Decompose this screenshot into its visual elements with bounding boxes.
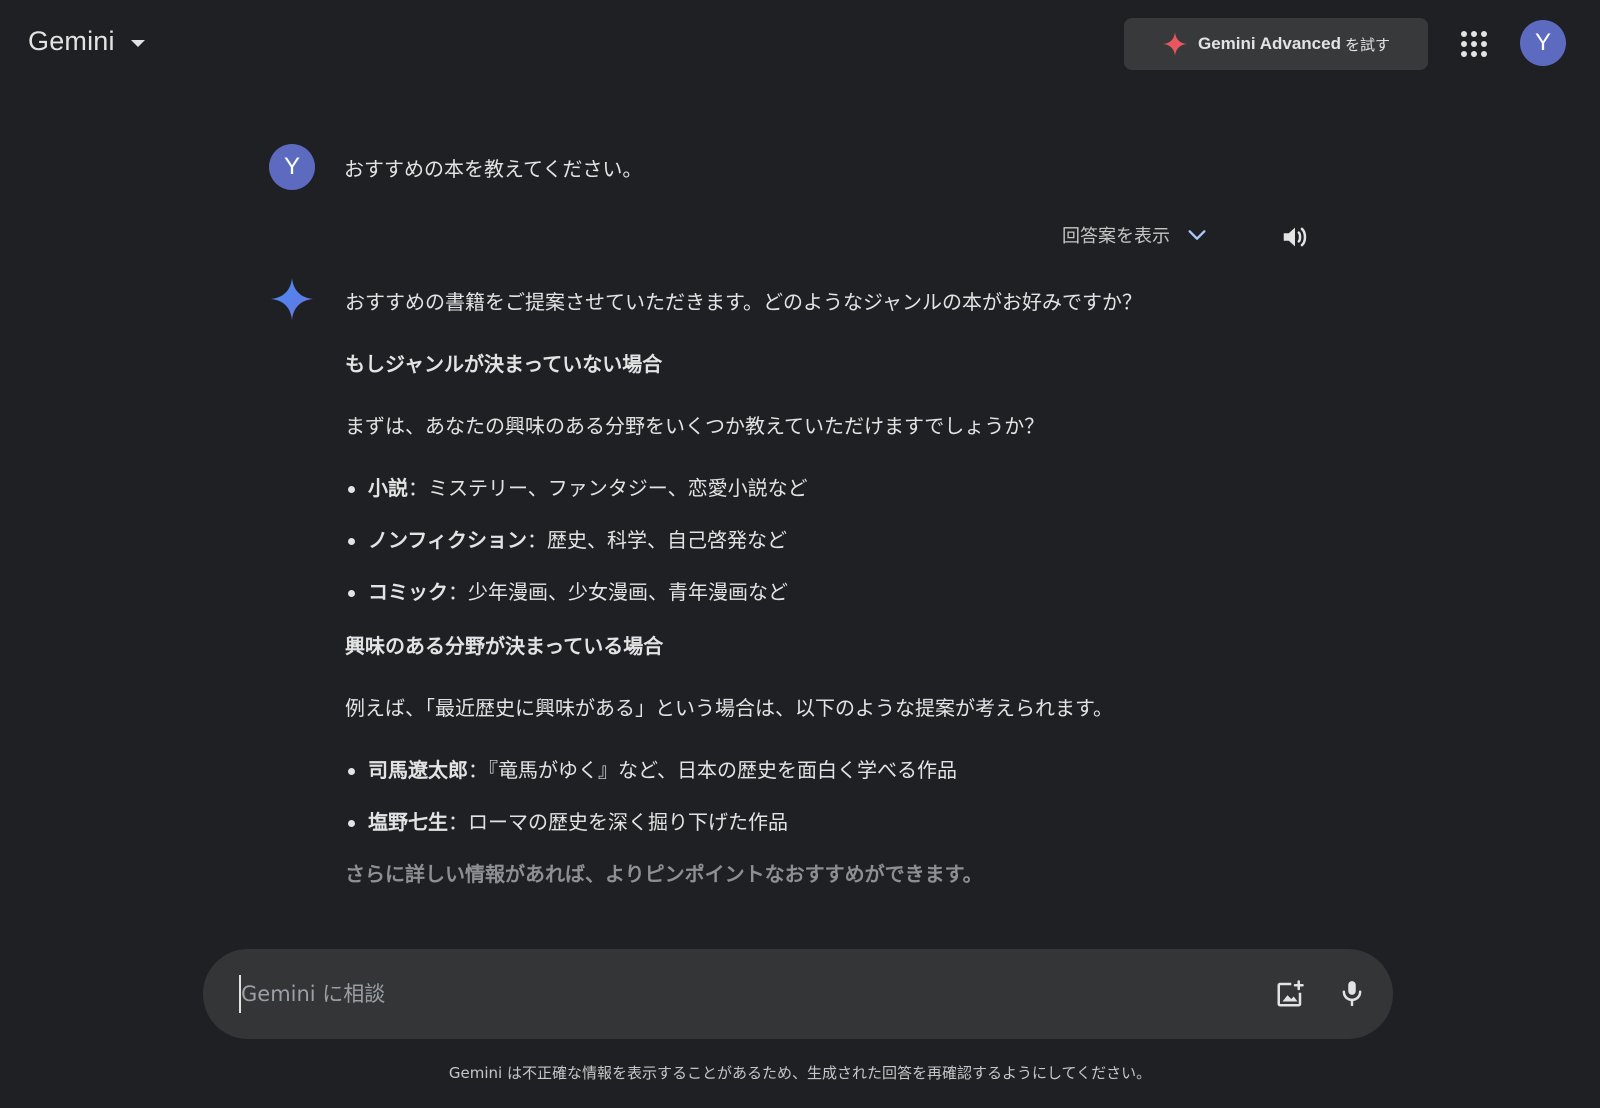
chevron-down-icon [1186,224,1208,246]
sparkle-icon [1162,31,1188,57]
user-message: Y おすすめの本を教えてください。 [269,144,642,190]
show-drafts-label: 回答案を表示 [1062,226,1170,247]
user-prompt-text: おすすめの本を教えてください。 [344,156,643,181]
prompt-bar [203,949,1393,1039]
author-list: 司馬遼太郎：『竜馬がゆく』など、日本の歴史を面白く学べる作品 塩野七生：ローマの… [345,750,1225,854]
top-bar: Gemini Gemini Advanced を試す Y [0,0,1600,88]
list-item-term: 司馬遼太郎 [368,758,468,782]
account-avatar[interactable]: Y [1520,20,1566,66]
list-item-desc: ：『竜馬がゆく』など、日本の歴史を面白く学べる作品 [468,758,957,782]
list-item: ノンフィクション：歴史、科学、自己啓発など [345,520,1225,572]
section-text: まずは、あなたの興味のある分野をいくつか教えていただけますでしょうか？ [345,414,1045,438]
advanced-button-brand: Gemini Advanced [1198,34,1341,53]
list-item-desc: ：少年漫画、少女漫画、青年漫画など [448,580,788,604]
user-avatar: Y [269,144,315,190]
response-intro: おすすめの書籍をご提案させていただきます。どのようなジャンルの本がお好みですか？ [345,290,1142,314]
genre-list: 小説：ミステリー、ファンタジー、恋愛小説など ノンフィクション：歴史、科学、自己… [345,468,1225,624]
list-item-term: 塩野七生 [368,810,448,834]
app-title: Gemini [28,26,115,56]
list-item: コミック：少年漫画、少女漫画、青年漫画など [345,572,1225,624]
section-text: 例えば、「最近歴史に興味がある」という場合は、以下のような提案が考えられます。 [345,696,1113,720]
list-item: 小説：ミステリー、ファンタジー、恋愛小説など [345,468,1225,520]
disclaimer-text: Gemini は不正確な情報を表示することがあるため、生成された回答を再確認する… [448,1064,1152,1082]
apps-grid-icon[interactable] [1461,31,1487,57]
model-switcher[interactable]: Gemini [28,26,145,57]
advanced-button-suffix: を試す [1344,35,1390,54]
list-item-desc: ：歴史、科学、自己啓発など [527,528,787,552]
add-image-icon[interactable] [1275,979,1305,1013]
assistant-response: おすすめの書籍をご提案させていただきます。どのようなジャンルの本がお好みですか？… [345,282,1225,894]
show-drafts-button[interactable]: 回答案を表示 [1062,222,1208,248]
try-advanced-button[interactable]: Gemini Advanced を試す [1124,18,1428,70]
list-item: 塩野七生：ローマの歴史を深く掘り下げた作品 [345,802,1225,854]
list-item-desc: ：ミステリー、ファンタジー、恋愛小説など [408,476,808,500]
section-heading: 興味のある分野が決まっている場合 [345,634,664,658]
list-item: 司馬遼太郎：『竜馬がゆく』など、日本の歴史を面白く学べる作品 [345,750,1225,802]
response-closing: さらに詳しい情報があれば、よりピンポイントなおすすめができます。 [345,862,983,886]
speaker-icon[interactable] [1280,222,1310,256]
prompt-input[interactable] [239,975,1199,1013]
list-item-term: 小説 [368,476,408,500]
list-item-term: ノンフィクション [368,528,527,552]
section-heading: もしジャンルが決まっていない場合 [345,352,663,376]
list-item-desc: ：ローマの歴史を深く掘り下げた作品 [448,810,788,834]
caret-down-icon [130,39,145,47]
list-item-term: コミック [368,580,448,604]
mic-icon[interactable] [1337,977,1367,1013]
response-toolbar: 回答案を表示 [1062,222,1307,248]
gemini-spark-icon [269,276,315,326]
